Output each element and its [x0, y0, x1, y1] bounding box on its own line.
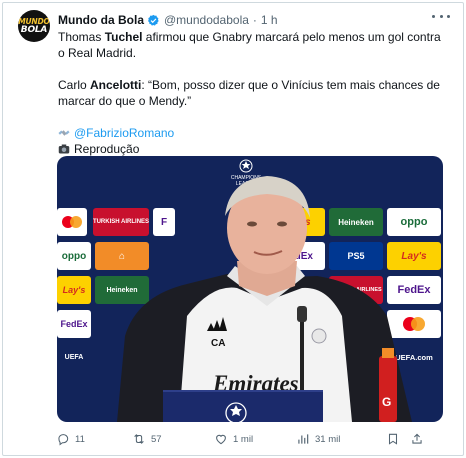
like-button[interactable]: 1 mil — [214, 432, 296, 446]
repost-button[interactable]: 57 — [132, 432, 214, 446]
source-text: Reprodução — [74, 142, 140, 156]
bookmark-icon — [388, 433, 398, 445]
timestamp[interactable]: 1 h — [261, 13, 278, 27]
avatar-text-bottom: BOLA — [20, 25, 48, 35]
ad-mastercard — [57, 208, 87, 236]
credit-link[interactable]: @FabrizioRomano — [74, 126, 174, 140]
avatar[interactable]: MUNDO BOLA — [18, 10, 50, 42]
credit-line: @FabrizioRomano — [58, 125, 448, 141]
svg-text:G: G — [382, 395, 391, 409]
tweet-text: Thomas Tuchel afirmou que Gnabry marcará… — [58, 29, 448, 157]
reply-count: 11 — [75, 433, 85, 445]
share-icon — [412, 433, 422, 444]
coach-photo: CA Emirates G — [117, 176, 412, 422]
views-count: 31 mil — [315, 433, 341, 445]
author-name[interactable]: Mundo da Bola — [58, 13, 144, 27]
camera-icon — [58, 144, 70, 154]
tweet-action-bar: 11 57 1 mil 31 mil — [56, 430, 446, 448]
author-handle[interactable]: @mundodabola — [164, 13, 249, 27]
reply-button[interactable]: 11 — [56, 432, 132, 446]
views-icon — [298, 434, 309, 444]
separator-dot: · — [252, 13, 257, 27]
ad-lays-left: Lay's — [57, 276, 91, 304]
like-count: 1 mil — [233, 433, 254, 445]
ad-uefa-left: UEFA — [57, 344, 91, 370]
heart-icon — [216, 434, 226, 445]
more-options-icon[interactable] — [432, 9, 450, 23]
ad-fedex-left: FedEx — [57, 310, 91, 338]
reply-icon — [58, 434, 69, 446]
repost-icon — [134, 434, 144, 444]
repost-count: 57 — [151, 433, 162, 445]
tweet-media-image[interactable]: TURKISH AIRLINES F Lay's Heineken oppo o… — [57, 156, 443, 422]
paragraph-1: Thomas Tuchel afirmou que Gnabry marcará… — [58, 30, 441, 60]
views-button[interactable]: 31 mil — [296, 432, 386, 446]
starball-icon — [225, 402, 247, 422]
verified-badge-icon — [148, 14, 159, 26]
source-line: Reprodução — [58, 141, 448, 157]
tweet-header: Mundo da Bola @mundodabola · 1 h — [58, 12, 278, 28]
share-button[interactable] — [410, 432, 430, 446]
shirt-initials: CA — [211, 338, 225, 349]
ad-oppo-left: oppo — [57, 242, 91, 270]
paragraph-2: Carlo Ancelotti: “Bom, posso dizer que o… — [58, 78, 440, 108]
bookmark-button[interactable] — [386, 432, 410, 446]
satellite-icon — [58, 130, 70, 136]
